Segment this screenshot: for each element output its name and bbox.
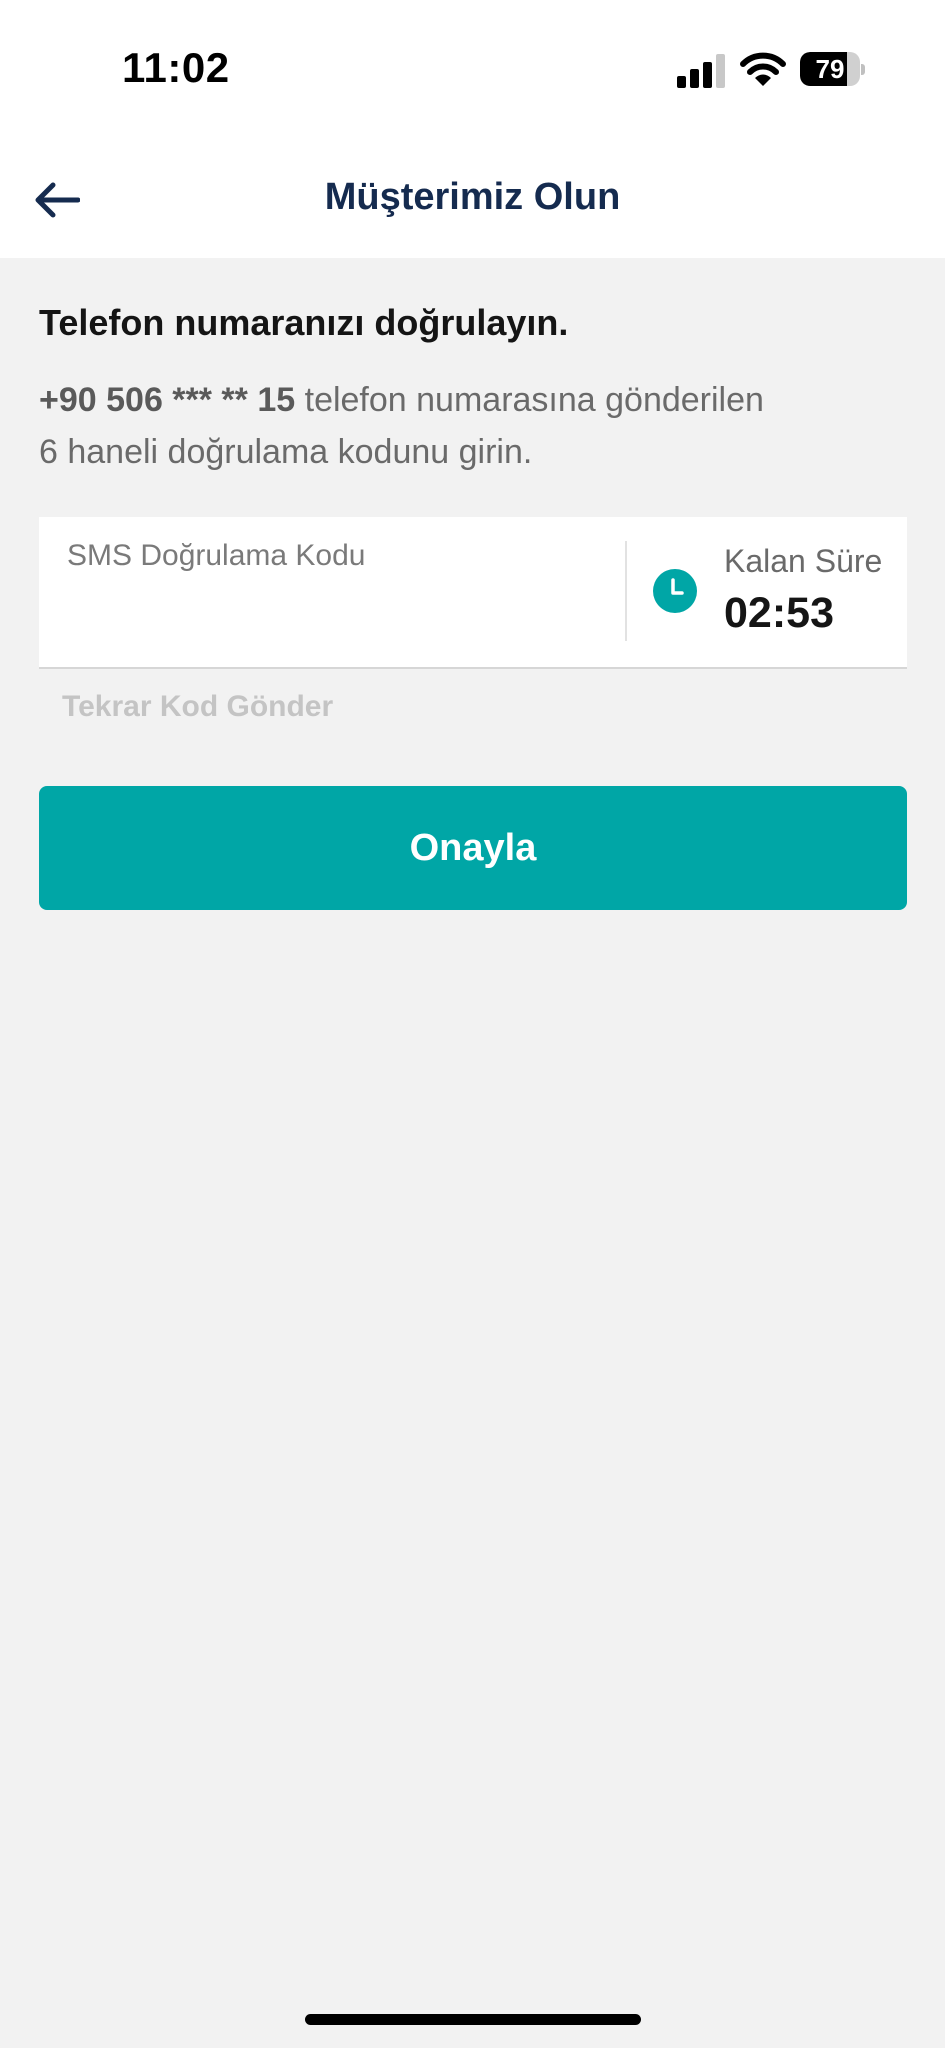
remaining-time-value: 02:53 <box>724 589 834 637</box>
battery-indicator: 79 <box>800 52 865 86</box>
status-time: 11:02 <box>122 44 230 91</box>
sms-code-label: SMS Doğrulama Kodu <box>67 539 366 572</box>
navigation-bar: Müşterimiz Olun <box>0 140 945 258</box>
remaining-time-label: Kalan Süre <box>724 543 883 579</box>
battery-body: 79 <box>800 52 860 86</box>
status-bar: 11:02 79 <box>0 0 945 140</box>
masked-phone-number: +90 506 *** ** 15 <box>39 381 296 419</box>
field-divider <box>625 541 627 641</box>
sms-code-field: SMS Doğrulama Kodu Kalan Süre 02:53 <box>39 517 907 669</box>
page-title: Müşterimiz Olun <box>324 176 621 218</box>
battery-cap <box>861 64 865 75</box>
battery-level: 79 <box>815 54 845 84</box>
home-indicator <box>305 2014 641 2025</box>
verification-description: +90 506 *** ** 15 telefon numarasına gön… <box>39 374 907 478</box>
clock-icon <box>653 569 697 613</box>
verification-heading: Telefon numaranızı doğrulayın. <box>39 302 569 343</box>
resend-code-link[interactable]: Tekrar Kod Gönder <box>62 690 333 724</box>
confirm-button[interactable]: Onayla <box>39 786 907 910</box>
description-text-line2: 6 haneli doğrulama kodunu girin. <box>39 433 533 471</box>
cellular-signal-icon <box>677 54 725 88</box>
wifi-icon <box>740 52 786 86</box>
description-text-line1: telefon numarasına gönderilen <box>295 381 764 419</box>
